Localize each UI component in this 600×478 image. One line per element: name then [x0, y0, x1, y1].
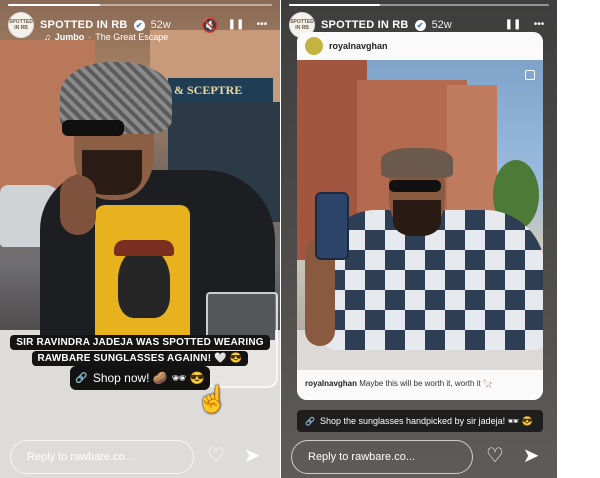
music-song: The Great Escape: [95, 32, 169, 42]
reply-input[interactable]: Reply to rawbare.co...: [10, 440, 194, 474]
brick-building: [447, 85, 497, 220]
shop-sign: & SCEPTRE: [168, 78, 273, 102]
pause-icon[interactable]: ❚❚: [226, 18, 246, 32]
heart-icon[interactable]: ♡: [483, 444, 507, 468]
more-icon[interactable]: •••: [252, 18, 272, 32]
person-hand: [60, 175, 96, 235]
music-sticker[interactable]: ♫ Jumbo · The Great Escape: [44, 32, 168, 42]
person-beard: [393, 200, 441, 236]
smartphone: [315, 192, 349, 260]
flat-cap: [381, 148, 453, 178]
link-icon: 🔗: [75, 372, 88, 384]
sunglasses: [389, 180, 441, 192]
repost-photo: [297, 60, 543, 370]
reposted-post-card[interactable]: royalnavghan royalnavghan Maybe this wil…: [297, 32, 543, 400]
send-icon[interactable]: ➤: [519, 444, 543, 468]
repost-caption-text: Maybe this will be worth it, worth it 🦙: [359, 379, 493, 388]
story-progress-fill: [289, 4, 380, 6]
mute-icon[interactable]: 🔇: [200, 18, 220, 32]
verified-icon: ✔: [414, 19, 426, 31]
shop-sunglasses-label: Shop the sunglasses handpicked by sir ja…: [319, 415, 533, 426]
pointer-hand-icon: ☝: [196, 384, 229, 414]
verified-icon: ✔: [133, 19, 145, 31]
story-progress-fill: [8, 4, 101, 6]
story-left[interactable]: & SCEPTRE SPOTTED IN RB SPOTTED IN RB ✔ …: [0, 0, 280, 478]
story-progress-bar: [8, 4, 272, 6]
send-icon[interactable]: ➤: [240, 444, 264, 468]
sunglasses: [62, 120, 124, 136]
story-photo-left: & SCEPTRE: [0, 0, 280, 478]
music-note-icon: ♫: [44, 32, 51, 42]
account-name[interactable]: SPOTTED IN RB: [40, 19, 128, 31]
tshirt-dog-cap: [114, 240, 174, 256]
repost-username[interactable]: royalnavghan: [329, 41, 388, 51]
tshirt-dog-graphic: [118, 248, 170, 318]
music-separator: ·: [88, 32, 92, 42]
repost-header: royalnavghan: [297, 32, 543, 60]
link-icon: 🔗: [305, 416, 315, 426]
repost-avatar[interactable]: [305, 37, 323, 55]
more-icon[interactable]: •••: [529, 18, 549, 32]
story-progress-bar: [289, 4, 549, 6]
repost-caption-username: royalnavghan: [305, 379, 358, 388]
shop-now-link-sticker[interactable]: 🔗 Shop now! 🥔 🕶 😎: [70, 366, 210, 390]
story-right[interactable]: SPOTTED IN RB SPOTTED IN RB ✔ 52w ❚❚ •••…: [281, 0, 557, 478]
heart-icon[interactable]: ♡: [204, 444, 228, 468]
reply-input[interactable]: Reply to rawbare.co...: [291, 440, 473, 474]
shop-now-label: Shop now! 🥔 🕶 😎: [92, 371, 205, 385]
pause-icon[interactable]: ❚❚: [503, 18, 523, 32]
music-artist: Jumbo: [54, 32, 85, 42]
story-age: 52w: [150, 19, 171, 31]
caption-line-2-wrap: RAWBARE SUNGLASSES AGAINN! 🤍 😎: [0, 348, 280, 366]
caption-line-2: RAWBARE SUNGLASSES AGAINN! 🤍 😎: [31, 351, 249, 366]
account-name[interactable]: SPOTTED IN RB: [321, 19, 409, 31]
repost-caption: royalnavghan Maybe this will be worth it…: [297, 370, 543, 400]
avatar[interactable]: SPOTTED IN RB: [8, 12, 34, 38]
multi-photo-icon: [525, 70, 535, 80]
shop-sunglasses-link-sticker[interactable]: 🔗 Shop the sunglasses handpicked by sir …: [297, 410, 543, 432]
story-age: 52w: [431, 19, 452, 31]
